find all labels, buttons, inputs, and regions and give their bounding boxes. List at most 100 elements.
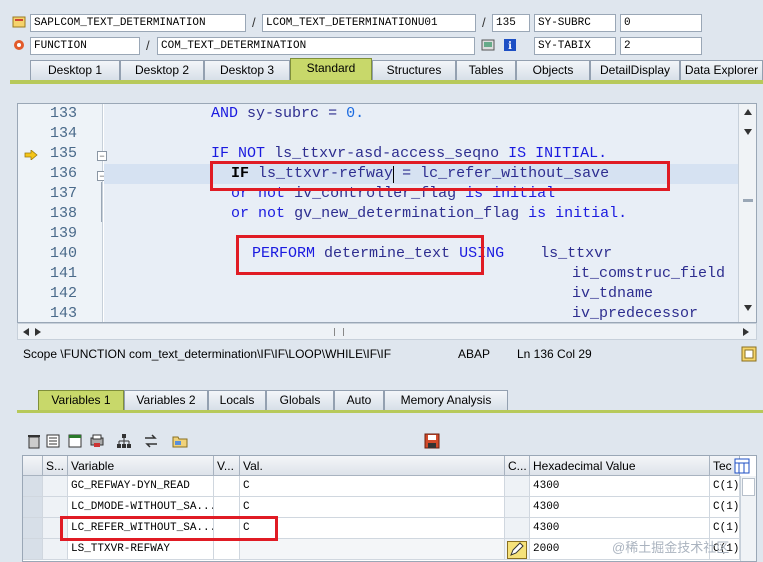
tab-tables[interactable]: Tables <box>456 60 516 80</box>
tab-objects[interactable]: Objects <box>516 60 590 80</box>
line-number: 141 <box>50 265 78 282</box>
editor-settings-icon[interactable] <box>741 346 757 362</box>
fold-toggle[interactable]: − <box>97 151 107 161</box>
list-icon[interactable] <box>45 433 61 449</box>
column-header-value[interactable]: Val. <box>240 456 505 476</box>
scroll-up-icon[interactable] <box>743 108 753 116</box>
editor-gutter <box>18 104 48 322</box>
variable-cell[interactable]: LC_DMODE-WITHOUT_SA... <box>68 497 214 518</box>
tab-desktop-3[interactable]: Desktop 3 <box>204 60 290 80</box>
tab-variables-2[interactable]: Variables 2 <box>124 390 208 410</box>
scroll-left-icon[interactable] <box>22 328 30 336</box>
column-header-c[interactable]: C... <box>505 456 530 476</box>
editor-horizontal-scrollbar[interactable] <box>17 323 757 340</box>
tab-variables-1[interactable]: Variables 1 <box>38 390 124 410</box>
current-line-arrow-icon <box>24 150 38 160</box>
variable-cell[interactable]: GC_REFWAY-DYN_READ <box>68 476 214 497</box>
tab-locals[interactable]: Locals <box>208 390 266 410</box>
cursor-position: Ln 136 Col 29 <box>517 347 592 361</box>
sysval-field-1[interactable]: 0 <box>620 14 702 32</box>
row-selector[interactable] <box>23 476 43 497</box>
sysvar-field-2[interactable]: SY-TABIX <box>534 37 616 55</box>
value-cell[interactable]: C <box>240 476 505 497</box>
line-field[interactable]: 135 <box>492 14 530 32</box>
column-header-select <box>23 456 43 476</box>
scroll-thumb[interactable] <box>743 199 753 202</box>
svg-text:i: i <box>508 41 512 52</box>
row-selector[interactable] <box>23 539 43 560</box>
scroll-right-icon[interactable] <box>34 328 42 336</box>
row-selector[interactable] <box>23 497 43 518</box>
program-field[interactable]: SAPLCOM_TEXT_DETERMINATION <box>30 14 246 32</box>
tab-globals[interactable]: Globals <box>266 390 334 410</box>
code-line: iv_predecessor <box>572 305 699 322</box>
line-number: 137 <box>50 185 78 202</box>
function-icon <box>14 40 24 50</box>
line-number: 143 <box>50 305 78 322</box>
tab-auto[interactable]: Auto <box>334 390 384 410</box>
tab-standard[interactable]: Standard <box>290 58 372 80</box>
tab-detaildisplay[interactable]: DetailDisplay <box>590 60 680 80</box>
source-editor[interactable]: − − 133 134 135 136 137 138 139 140 141 … <box>17 103 757 323</box>
watermark: @稀土掘金技术社区 <box>612 540 730 555</box>
scroll-down-icon[interactable] <box>743 304 753 312</box>
table-cell <box>505 518 530 539</box>
language-text: ABAP <box>458 347 491 361</box>
table-cell <box>214 476 240 497</box>
delete-icon[interactable] <box>26 433 42 449</box>
scroll-down-icon[interactable] <box>743 128 753 136</box>
print-icon[interactable] <box>89 433 105 449</box>
save-icon[interactable] <box>424 433 440 449</box>
column-header-v[interactable]: V... <box>214 456 240 476</box>
line-number: 135 <box>50 145 78 162</box>
program-icon <box>12 16 26 28</box>
tab-desktop-2[interactable]: Desktop 2 <box>120 60 204 80</box>
hex-cell: 4300 <box>530 497 710 518</box>
code-line: it_comstruc_field <box>572 265 726 282</box>
column-header-s[interactable]: S... <box>43 456 68 476</box>
value-cell[interactable]: C <box>240 497 505 518</box>
line-number: 140 <box>50 245 78 262</box>
editor-vertical-scrollbar[interactable] <box>738 104 756 322</box>
function-name-field[interactable]: COM_TEXT_DETERMINATION <box>157 37 475 55</box>
sysval-field-2[interactable]: 2 <box>620 37 702 55</box>
transfer-icon[interactable] <box>143 433 159 449</box>
hierarchy-icon[interactable] <box>116 433 132 449</box>
column-header-variable[interactable]: Variable <box>68 456 214 476</box>
tab-desktop-1[interactable]: Desktop 1 <box>30 60 120 80</box>
type-field[interactable]: FUNCTION <box>30 37 140 55</box>
table-view-icon[interactable] <box>67 433 83 449</box>
variable-cell[interactable]: LS_TTXVR-REFWAY <box>68 539 214 560</box>
table-vertical-scrollbar[interactable] <box>740 476 756 561</box>
code-line: AND sy-subrc = 0. <box>211 105 365 122</box>
column-settings-icon[interactable] <box>734 458 750 474</box>
include-field[interactable]: LCOM_TEXT_DETERMINATIONU01 <box>262 14 476 32</box>
row-selector[interactable] <box>23 518 43 539</box>
type-cell: C(1) <box>710 476 740 497</box>
display-icon[interactable] <box>481 38 495 52</box>
type-cell: C(1) <box>710 497 740 518</box>
table-cell <box>214 539 240 560</box>
highlight-box <box>60 516 278 541</box>
sysvar-field-1[interactable]: SY-SUBRC <box>534 14 616 32</box>
scroll-right-icon[interactable] <box>742 328 750 336</box>
value-cell[interactable]: C <box>240 518 505 539</box>
scroll-thumb[interactable] <box>742 478 755 496</box>
function-info-row: FUNCTION / COM_TEXT_DETERMINATION i SY-T… <box>0 35 763 57</box>
tab-memory-analysis[interactable]: Memory Analysis <box>384 390 508 410</box>
info-icon[interactable]: i <box>503 38 517 52</box>
line-number: 133 <box>50 105 78 122</box>
code-line: iv_tdname <box>572 285 654 302</box>
table-cell <box>43 497 68 518</box>
scroll-thumb[interactable] <box>334 328 344 336</box>
folder-icon[interactable] <box>172 433 188 449</box>
edit-pencil-icon[interactable] <box>507 541 527 559</box>
code-line: or not gv_new_determination_flag is init… <box>231 205 628 222</box>
fold-line <box>101 182 102 222</box>
editor-status-bar: Scope \FUNCTION com_text_determination\I… <box>17 344 757 364</box>
highlight-box <box>210 161 670 191</box>
tab-data-explorer[interactable]: Data Explorer <box>680 60 763 80</box>
column-header-hex[interactable]: Hexadecimal Value <box>530 456 710 476</box>
value-cell[interactable] <box>240 539 505 560</box>
tab-structures[interactable]: Structures <box>372 60 456 80</box>
